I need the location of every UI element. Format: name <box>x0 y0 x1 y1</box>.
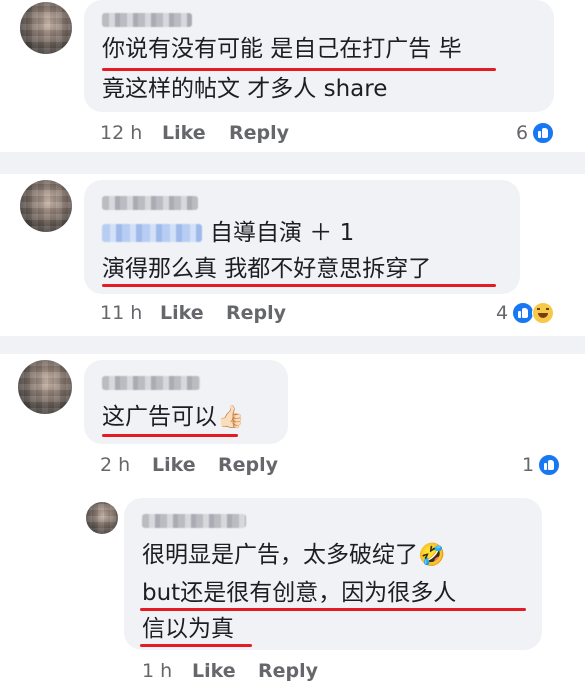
comment-text-line: but还是很有创意，因为很多人 <box>142 580 457 606</box>
avatar[interactable] <box>18 360 72 414</box>
separator <box>0 336 585 354</box>
comment-text-line: 你说有没有可能 是自己在打广告 毕 <box>102 36 462 62</box>
comment-text-line: 这广告可以👍🏻 <box>102 402 244 433</box>
rofl-emoji: 🤣 <box>418 543 446 568</box>
reaction-count: 4 <box>496 302 509 324</box>
like-button[interactable]: Like <box>152 454 196 476</box>
commenter-name[interactable] <box>102 196 198 210</box>
haha-icon <box>532 302 555 324</box>
comment-text: 这广告可以 <box>102 404 217 430</box>
reply-button[interactable]: Reply <box>218 454 278 476</box>
tagged-user-link[interactable] <box>102 224 202 242</box>
like-icon <box>538 454 561 476</box>
comment-text-line: 很明显是广告，太多破绽了🤣 <box>142 540 445 571</box>
reply-button[interactable]: Reply <box>226 302 286 324</box>
commenter-name[interactable] <box>142 514 246 528</box>
like-button[interactable]: Like <box>160 302 204 324</box>
reaction-summary[interactable]: 4 <box>496 302 555 324</box>
comment-text-line: 竟这样的帖文 才多人 share <box>102 76 388 102</box>
comment-text-line: 信以为真 <box>142 616 234 642</box>
avatar[interactable] <box>86 502 118 534</box>
like-button[interactable]: Like <box>162 122 206 144</box>
highlight-underline <box>102 68 496 71</box>
comment-timestamp[interactable]: 11 h <box>100 302 142 324</box>
like-button[interactable]: Like <box>192 660 236 682</box>
reaction-summary[interactable]: 6 <box>516 122 555 144</box>
like-icon <box>532 122 555 144</box>
comment-timestamp[interactable]: 12 h <box>100 122 142 144</box>
commenter-name[interactable] <box>102 13 192 27</box>
comment-text-line: 演得那么真 我都不好意思拆穿了 <box>102 256 432 282</box>
comment-text: 很明显是广告，太多破绽了 <box>142 542 418 568</box>
reaction-summary[interactable]: 1 <box>522 454 561 476</box>
avatar[interactable] <box>20 2 72 54</box>
highlight-underline <box>140 608 526 611</box>
commenter-name[interactable] <box>102 376 200 390</box>
reply-button[interactable]: Reply <box>229 122 289 144</box>
comment-timestamp[interactable]: 2 h <box>100 454 130 476</box>
like-icon <box>512 302 535 324</box>
avatar[interactable] <box>20 180 72 232</box>
reaction-count: 6 <box>516 122 529 144</box>
highlight-underline <box>102 284 496 287</box>
reaction-count: 1 <box>522 454 535 476</box>
highlight-underline <box>140 644 252 647</box>
comment-text-line: 自導自演 ＋ 1 <box>210 220 355 246</box>
separator <box>0 152 585 174</box>
thumbs-up-emoji: 👍🏻 <box>217 405 245 430</box>
reply-button[interactable]: Reply <box>258 660 318 682</box>
highlight-underline <box>102 434 238 437</box>
comment-timestamp[interactable]: 1 h <box>142 660 172 682</box>
